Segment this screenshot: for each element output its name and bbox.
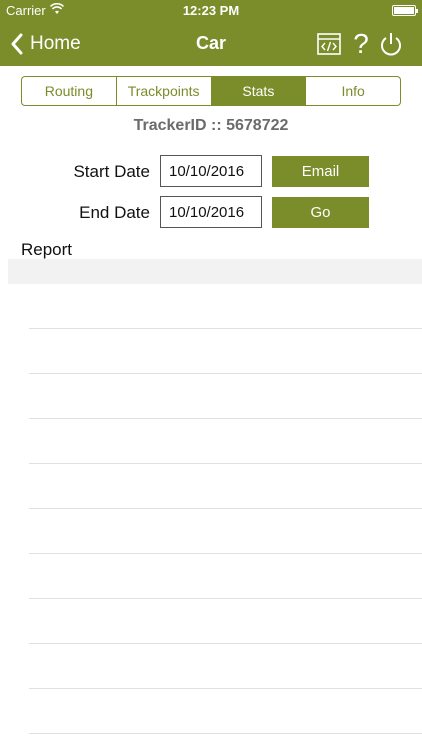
code-window-icon[interactable]	[316, 30, 342, 58]
table-row[interactable]	[29, 599, 422, 644]
tab-stats[interactable]: Stats	[211, 77, 307, 105]
start-date-label: Start Date	[73, 162, 150, 181]
status-time: 12:23 PM	[182, 3, 240, 18]
table-row[interactable]	[29, 689, 422, 734]
top-bar: Carrier 12:23 PM Home Car ?	[0, 0, 422, 66]
end-date-input[interactable]	[160, 196, 262, 228]
power-icon[interactable]	[378, 30, 404, 58]
table-row[interactable]	[29, 644, 422, 689]
navigation-bar: Home Car ?	[0, 22, 422, 66]
tab-trackpoints[interactable]: Trackpoints	[117, 77, 212, 105]
status-bar: Carrier 12:23 PM	[0, 0, 422, 22]
table-row[interactable]	[29, 329, 422, 374]
report-table[interactable]	[8, 259, 422, 750]
table-row[interactable]	[29, 419, 422, 464]
table-row[interactable]	[29, 554, 422, 599]
table-row[interactable]	[29, 509, 422, 554]
table-row[interactable]	[29, 284, 422, 329]
tab-bar: Routing Trackpoints Stats Info	[21, 76, 401, 106]
report-table-header	[8, 259, 422, 284]
tracker-id: TrackerID :: 5678722	[133, 117, 289, 134]
tab-routing[interactable]: Routing	[22, 77, 117, 105]
question-mark-icon[interactable]: ?	[350, 30, 372, 58]
table-row[interactable]	[29, 464, 422, 509]
end-date-label: End Date	[79, 203, 150, 222]
tab-info[interactable]: Info	[306, 77, 400, 105]
go-button[interactable]: Go	[272, 197, 369, 228]
table-row[interactable]	[29, 374, 422, 419]
battery-icon	[392, 5, 418, 16]
start-date-input[interactable]	[160, 155, 262, 187]
report-label: Report	[21, 240, 73, 259]
email-button[interactable]: Email	[272, 156, 369, 187]
